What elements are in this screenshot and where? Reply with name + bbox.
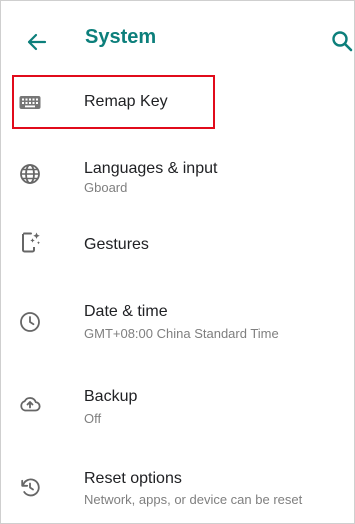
arrow-left-icon: [27, 33, 47, 51]
history-icon: [18, 475, 42, 499]
clock-icon: [18, 310, 42, 334]
menu-title: Date & time: [84, 303, 168, 320]
menu-title: Languages & input: [84, 160, 218, 177]
menu-row-reset-options[interactable]: Reset options Network, apps, or device c…: [1, 455, 354, 519]
menu-row-gestures[interactable]: Gestures: [1, 218, 354, 270]
app-bar: System: [1, 1, 354, 73]
globe-icon: [18, 162, 42, 186]
menu-row-remap-key[interactable]: Remap Key: [1, 74, 354, 130]
menu-title: Reset options: [84, 470, 182, 487]
system-settings-screen: System Remap Key Languages & input Gboar…: [0, 0, 355, 524]
search-button[interactable]: [329, 25, 354, 59]
menu-row-languages-input[interactable]: Languages & input Gboard: [1, 144, 354, 205]
search-icon: [332, 31, 353, 52]
menu-subtitle: Off: [84, 411, 102, 426]
page-title: System: [85, 26, 157, 48]
keyboard-icon: [18, 90, 42, 114]
menu-subtitle: Network, apps, or device can be reset: [84, 492, 303, 507]
menu-row-date-time[interactable]: Date & time GMT+08:00 China Standard Tim…: [1, 287, 354, 359]
menu-title: Remap Key: [84, 93, 168, 110]
back-button[interactable]: [19, 25, 53, 59]
menu-row-backup[interactable]: Backup Off: [1, 373, 354, 437]
menu-subtitle: GMT+08:00 China Standard Time: [84, 326, 279, 341]
menu-title: Backup: [84, 388, 138, 405]
cloud-upload-icon: [18, 392, 42, 416]
menu-title: Gestures: [84, 236, 149, 253]
menu-subtitle: Gboard: [84, 180, 128, 195]
phone-gesture-icon: [18, 230, 42, 254]
